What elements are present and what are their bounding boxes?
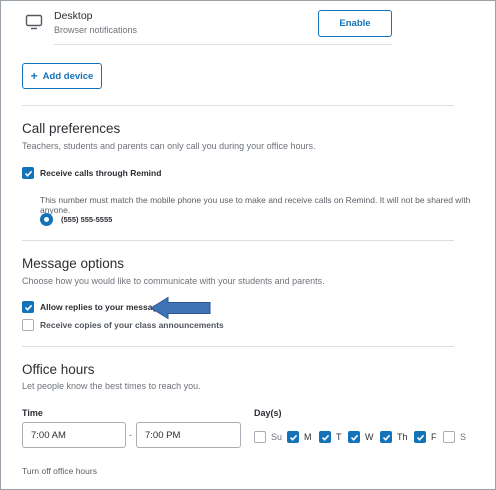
- desktop-title: Desktop: [54, 10, 93, 22]
- phone-note: This number must match the mobile phone …: [40, 195, 471, 215]
- turn-off-office-hours-link[interactable]: Turn off office hours: [22, 466, 97, 476]
- add-device-button[interactable]: + Add device: [22, 63, 102, 89]
- call-preferences-title: Call preferences: [22, 121, 121, 136]
- receive-copies-label: Receive copies of your class announcemen…: [40, 320, 224, 330]
- day-checkbox-th[interactable]: [380, 431, 392, 443]
- start-time-field[interactable]: 7:00 AM: [22, 422, 126, 448]
- section-divider: [22, 240, 454, 241]
- day-label-w: W: [365, 432, 374, 442]
- phone-number: (555) 555-5555: [61, 215, 113, 224]
- day-checkbox-w[interactable]: [348, 431, 360, 443]
- monitor-icon: [25, 14, 43, 30]
- day-checkbox-t[interactable]: [319, 431, 331, 443]
- add-device-label: Add device: [42, 70, 94, 82]
- phone-radio[interactable]: [40, 213, 53, 226]
- day-label-t: T: [336, 432, 342, 442]
- message-options-description: Choose how you would like to communicate…: [22, 276, 325, 286]
- arrow-left-icon: [150, 296, 212, 320]
- office-hours-description: Let people know the best times to reach …: [22, 381, 201, 391]
- day-checkbox-s[interactable]: [443, 431, 455, 443]
- allow-replies-label: Allow replies to your messages: [40, 302, 168, 312]
- receive-calls-label: Receive calls through Remind: [40, 168, 162, 178]
- day-label-m: M: [304, 432, 312, 442]
- time-label: Time: [22, 408, 43, 418]
- office-hours-title: Office hours: [22, 362, 95, 377]
- day-label-s: S: [460, 432, 467, 442]
- section-divider: [22, 105, 454, 106]
- day-label-f: F: [431, 432, 437, 442]
- desktop-subtitle: Browser notifications: [54, 25, 138, 35]
- day-checkbox-su[interactable]: [254, 431, 266, 443]
- enable-button[interactable]: Enable: [318, 10, 392, 37]
- day-checkbox-f[interactable]: [414, 431, 426, 443]
- message-options-title: Message options: [22, 256, 125, 271]
- desktop-divider: [54, 44, 392, 45]
- day-checkbox-m[interactable]: [287, 431, 299, 443]
- receive-copies-checkbox[interactable]: [22, 319, 34, 331]
- end-time-field[interactable]: 7:00 PM: [136, 422, 241, 448]
- receive-calls-checkbox[interactable]: [22, 167, 34, 179]
- section-divider: [22, 346, 454, 347]
- call-preferences-description: Teachers, students and parents can only …: [22, 141, 316, 151]
- day-label-su: Su: [271, 432, 283, 442]
- time-separator: -: [129, 430, 132, 440]
- day-label-th: Th: [397, 432, 408, 442]
- days-label: Day(s): [254, 408, 282, 418]
- plus-icon: +: [30, 69, 38, 83]
- allow-replies-checkbox[interactable]: [22, 301, 34, 313]
